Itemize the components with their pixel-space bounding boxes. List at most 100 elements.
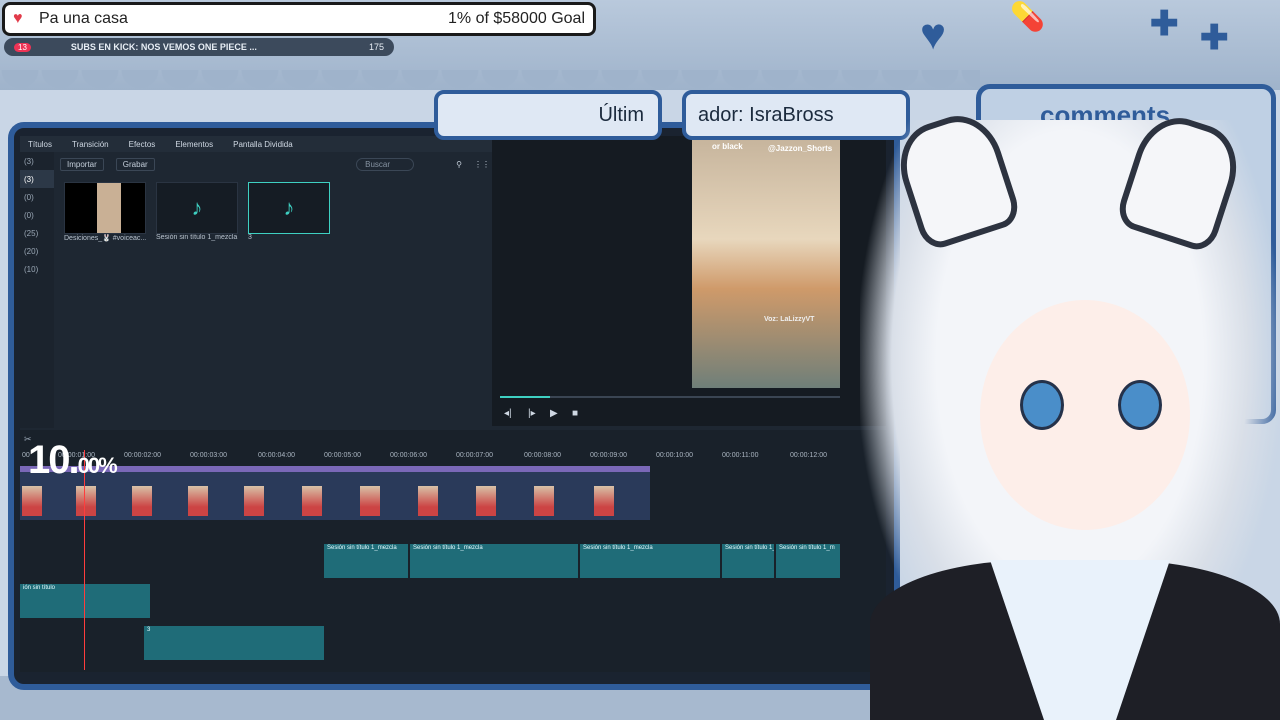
sidebar-item[interactable]: (20) bbox=[20, 242, 54, 260]
audio-clip[interactable]: Sesión sin título 1_mezcla bbox=[324, 544, 408, 578]
ruler-tick: 00:00:07:00 bbox=[456, 452, 493, 459]
media-thumbnail bbox=[64, 182, 146, 234]
sidebar-item[interactable]: (0) bbox=[20, 206, 54, 224]
media-item[interactable]: Desiciones_🐰 #voiceac... bbox=[64, 182, 148, 242]
prev-frame-icon[interactable]: ◂| bbox=[504, 408, 512, 419]
plus-icon: ✚ bbox=[1200, 19, 1229, 57]
clip-thumbnail bbox=[302, 486, 322, 516]
ruler-tick: 00:00:06:00 bbox=[390, 452, 427, 459]
audio-clip-label: Sesión sin título 1_mezcla bbox=[327, 545, 397, 551]
heart-icon: ♥ bbox=[920, 10, 947, 59]
record-dropdown[interactable]: Grabar bbox=[115, 157, 155, 171]
clip-thumbnail bbox=[360, 486, 380, 516]
audio-clip[interactable]: Sesión sin título 1_mezcla bbox=[722, 544, 774, 578]
editor-menu: Títulos Transición Efectos Elementos Pan… bbox=[20, 136, 498, 152]
menu-pantalla-dividida[interactable]: Pantalla Dividida bbox=[233, 140, 293, 149]
ticker-bar: 13 SUBS EN KICK: NOS VEMOS ONE PIECE ...… bbox=[4, 38, 394, 56]
grid-icon[interactable]: ⋮⋮ bbox=[474, 160, 490, 169]
plus-icon: ✚ bbox=[1150, 5, 1179, 43]
username-bubble-left: Últim bbox=[434, 90, 662, 140]
video-editor: Títulos Transición Efectos Elementos Pan… bbox=[20, 136, 886, 672]
clip-thumbnail bbox=[22, 486, 42, 516]
ruler-tick: 00:00:05:00 bbox=[324, 452, 361, 459]
ticker-badge: 13 bbox=[14, 42, 31, 52]
clip-thumbnail bbox=[534, 486, 554, 516]
media-label: 3 bbox=[248, 234, 252, 241]
ruler-tick: 00:00:09:00 bbox=[590, 452, 627, 459]
menu-titulos[interactable]: Títulos bbox=[28, 140, 52, 149]
media-thumbnail: ♪ bbox=[156, 182, 238, 234]
goal-bar: ♥ Pa una casa 1% of $58000 Goal bbox=[2, 2, 596, 36]
media-label: Desiciones_🐰 #voiceac... bbox=[64, 235, 147, 242]
heart-icon: ♥ bbox=[13, 10, 23, 27]
audio-clip-label: Sesión sin título 1_mezcla bbox=[583, 545, 653, 551]
sidebar-item[interactable]: (25) bbox=[20, 224, 54, 242]
ruler-tick: 00:00:04:00 bbox=[258, 452, 295, 459]
percent-overlay: 10.00% bbox=[28, 438, 118, 483]
audio-clip-label: Sesión sin título 1_mezcla bbox=[725, 545, 774, 551]
bubble-left-text: Últim bbox=[598, 103, 644, 126]
timeline-ruler: 00 00:00:01:00 00:00:02:00 00:00:03:00 0… bbox=[20, 452, 886, 464]
stop-icon[interactable]: ■ bbox=[572, 408, 578, 419]
ruler-tick: 00:00:12:00 bbox=[790, 452, 827, 459]
audio-clip[interactable]: Sesión sin título 1_m bbox=[776, 544, 840, 578]
audio-clip[interactable]: Sesión sin título 1_mezcla bbox=[580, 544, 720, 578]
media-item[interactable]: ♪ 3 bbox=[248, 182, 332, 241]
audio-clip[interactable]: ión sin título bbox=[20, 584, 150, 618]
preview-scrubber[interactable] bbox=[500, 396, 840, 398]
ruler-tick: 00:00:08:00 bbox=[524, 452, 561, 459]
audio-clip-label: Sesión sin título 1_m bbox=[779, 545, 835, 551]
sidebar-item[interactable]: (0) bbox=[20, 188, 54, 206]
ticker-message: SUBS EN KICK: NOS VEMOS ONE PIECE ... bbox=[70, 42, 257, 52]
clip-thumbnail bbox=[132, 486, 152, 516]
character-eye-left bbox=[1020, 380, 1064, 430]
percent-main: 10. bbox=[28, 438, 80, 482]
preview-caption: or black bbox=[712, 142, 743, 151]
clip-thumbnail bbox=[418, 486, 438, 516]
goal-progress-text: 1% of $58000 Goal bbox=[448, 10, 585, 27]
import-dropdown[interactable]: Importar bbox=[60, 157, 104, 171]
music-note-icon: ♪ bbox=[191, 195, 203, 220]
filter-icon[interactable]: ⚲ bbox=[456, 160, 462, 169]
clip-thumbnail bbox=[594, 486, 614, 516]
sidebar-item[interactable]: (10) bbox=[20, 260, 54, 278]
timeline: ✂ 00 00:00:01:00 00:00:02:00 00:00:03:00… bbox=[20, 430, 886, 672]
media-thumbnail: ♪ bbox=[248, 182, 330, 234]
search-input[interactable]: Buscar bbox=[356, 157, 415, 171]
media-label: Sesión sin título 1_mezcla bbox=[156, 234, 238, 241]
preview-watermark: Voz: LaLizzyVT bbox=[764, 316, 815, 323]
sidebar-item[interactable]: (3) bbox=[20, 170, 54, 188]
menu-elementos[interactable]: Elementos bbox=[175, 140, 213, 149]
audio-clip-label: Sesión sin título 1_mezcla bbox=[413, 545, 483, 551]
bubble-right-text: ador: IsraBross bbox=[698, 103, 834, 126]
media-sidebar: (3) (3) (0) (0) (25) (20) (10) bbox=[20, 152, 54, 428]
ruler-tick: 00:00:10:00 bbox=[656, 452, 693, 459]
menu-efectos[interactable]: Efectos bbox=[129, 140, 156, 149]
clip-thumbnail bbox=[244, 486, 264, 516]
next-frame-icon[interactable]: |▸ bbox=[528, 408, 536, 419]
playhead[interactable] bbox=[84, 450, 85, 670]
menu-transicion[interactable]: Transición bbox=[72, 140, 109, 149]
ticker-count: 175 bbox=[368, 42, 384, 52]
clip-thumbnail bbox=[76, 486, 96, 516]
media-item[interactable]: ♪ Sesión sin título 1_mezcla bbox=[156, 182, 240, 241]
goal-title: Pa una casa bbox=[39, 10, 128, 27]
media-toolbar: Importar Grabar Buscar ⚲ ⋮⋮ bbox=[60, 156, 490, 172]
ruler-tick: 00:00:11:00 bbox=[722, 452, 759, 459]
preview-video: or black @Jazzon_Shorts Voz: LaLizzyVT bbox=[692, 140, 840, 388]
clip-thumbnail bbox=[476, 486, 496, 516]
sidebar-item[interactable]: (3) bbox=[20, 152, 54, 170]
pill-icon: 💊 bbox=[1010, 1, 1045, 32]
clip-thumbnail bbox=[188, 486, 208, 516]
play-icon[interactable]: ▶ bbox=[550, 408, 558, 419]
preview-handle: @Jazzon_Shorts bbox=[768, 144, 833, 153]
character-eye-right bbox=[1118, 380, 1162, 430]
preview-panel: or black @Jazzon_Shorts Voz: LaLizzyVT ◂… bbox=[492, 136, 886, 426]
preview-scrubber-fill bbox=[500, 396, 550, 398]
ruler-tick: 00:00:02:00 bbox=[124, 452, 161, 459]
audio-clip[interactable]: Sesión sin título 1_mezcla bbox=[410, 544, 578, 578]
percent-small: 00% bbox=[77, 453, 118, 478]
audio-clip[interactable]: 3 bbox=[144, 626, 324, 660]
audio-clip-label: ión sin título bbox=[23, 585, 56, 591]
audio-clip-label: 3 bbox=[147, 627, 151, 633]
